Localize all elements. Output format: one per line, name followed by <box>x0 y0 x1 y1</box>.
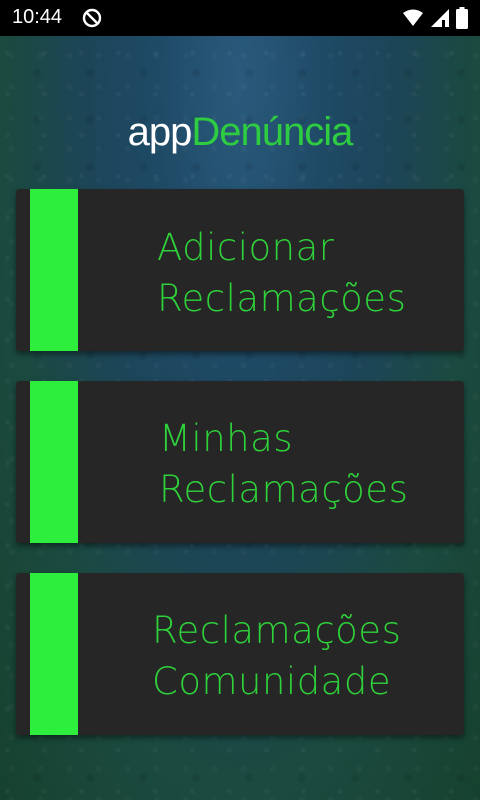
add-complaint-label-line2: Reclamações <box>157 277 407 320</box>
my-complaints-label-line2: Reclamações <box>159 468 409 511</box>
battery-icon <box>456 7 468 33</box>
app-title-prefix: app <box>127 110 193 154</box>
card-accent-bar <box>30 189 78 351</box>
card-accent-bar <box>30 573 78 735</box>
community-complaints-label: Reclamações Comunidade <box>152 605 401 707</box>
community-complaints-label-line2: Comunidade <box>152 660 392 703</box>
my-complaints-label-line1: Minhas <box>159 417 294 460</box>
no-disturb-icon <box>82 8 102 28</box>
add-complaint-button[interactable]: Adicionar Reclamações <box>16 189 464 351</box>
community-complaints-label-line1: Reclamações <box>152 609 402 652</box>
status-time: 10:44 <box>12 6 63 28</box>
add-complaint-label-line1: Adicionar <box>157 226 335 269</box>
add-complaint-label: Adicionar Reclamações <box>157 222 406 324</box>
my-complaints-label: Minhas Reclamações <box>159 413 408 515</box>
app-title: appDenúncia <box>0 110 480 155</box>
cell-signal-icon <box>430 8 450 32</box>
card-accent-bar <box>30 381 78 543</box>
community-complaints-button[interactable]: Reclamações Comunidade <box>16 573 464 735</box>
my-complaints-button[interactable]: Minhas Reclamações <box>16 381 464 543</box>
status-icons <box>402 7 468 33</box>
wifi-icon <box>402 8 424 32</box>
status-bar: 10:44 <box>0 0 480 36</box>
app-title-main: Denúncia <box>191 110 353 154</box>
